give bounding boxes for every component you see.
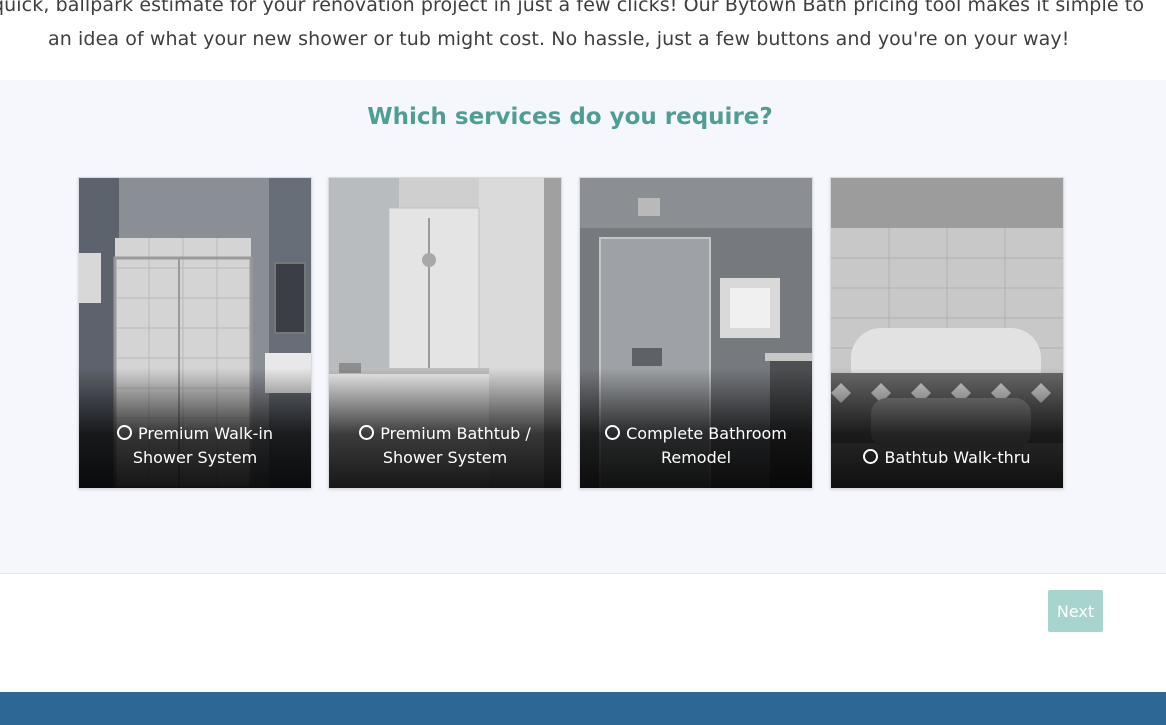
option-card-walk-in-shower[interactable]: Premium Walk-in Shower System	[78, 177, 312, 489]
intro-section: quick, ballpark estimate for your renova…	[0, 0, 1166, 80]
quiz-question-title: Which services do you require?	[367, 104, 773, 130]
option-card-bathtub-shower[interactable]: Premium Bathtub / Shower System	[328, 177, 562, 489]
intro-text-line-1: quick, ballpark estimate for your renova…	[0, 0, 1145, 16]
option-label[interactable]: Complete Bathroom Remodel	[588, 422, 804, 470]
service-quiz: Which services do you require? Premium W…	[0, 80, 1166, 574]
site-footer-band	[0, 692, 1166, 725]
radio-unchecked-icon[interactable]	[359, 425, 375, 440]
radio-unchecked-icon[interactable]	[605, 425, 621, 440]
option-label[interactable]: Premium Bathtub / Shower System	[337, 422, 553, 470]
option-card-bathtub-walk-thru[interactable]: Bathtub Walk-thru	[830, 177, 1064, 489]
radio-unchecked-icon[interactable]	[117, 425, 133, 440]
navigation-bar: Next	[0, 574, 1166, 692]
option-label[interactable]: Premium Walk-in Shower System	[87, 422, 303, 470]
option-label[interactable]: Bathtub Walk-thru	[839, 446, 1055, 470]
next-button[interactable]: Next	[1048, 590, 1103, 632]
radio-unchecked-icon[interactable]	[863, 449, 879, 464]
intro-text-line-2: an idea of what your new shower or tub m…	[48, 28, 1070, 50]
option-card-bathroom-remodel[interactable]: Complete Bathroom Remodel	[579, 177, 813, 489]
